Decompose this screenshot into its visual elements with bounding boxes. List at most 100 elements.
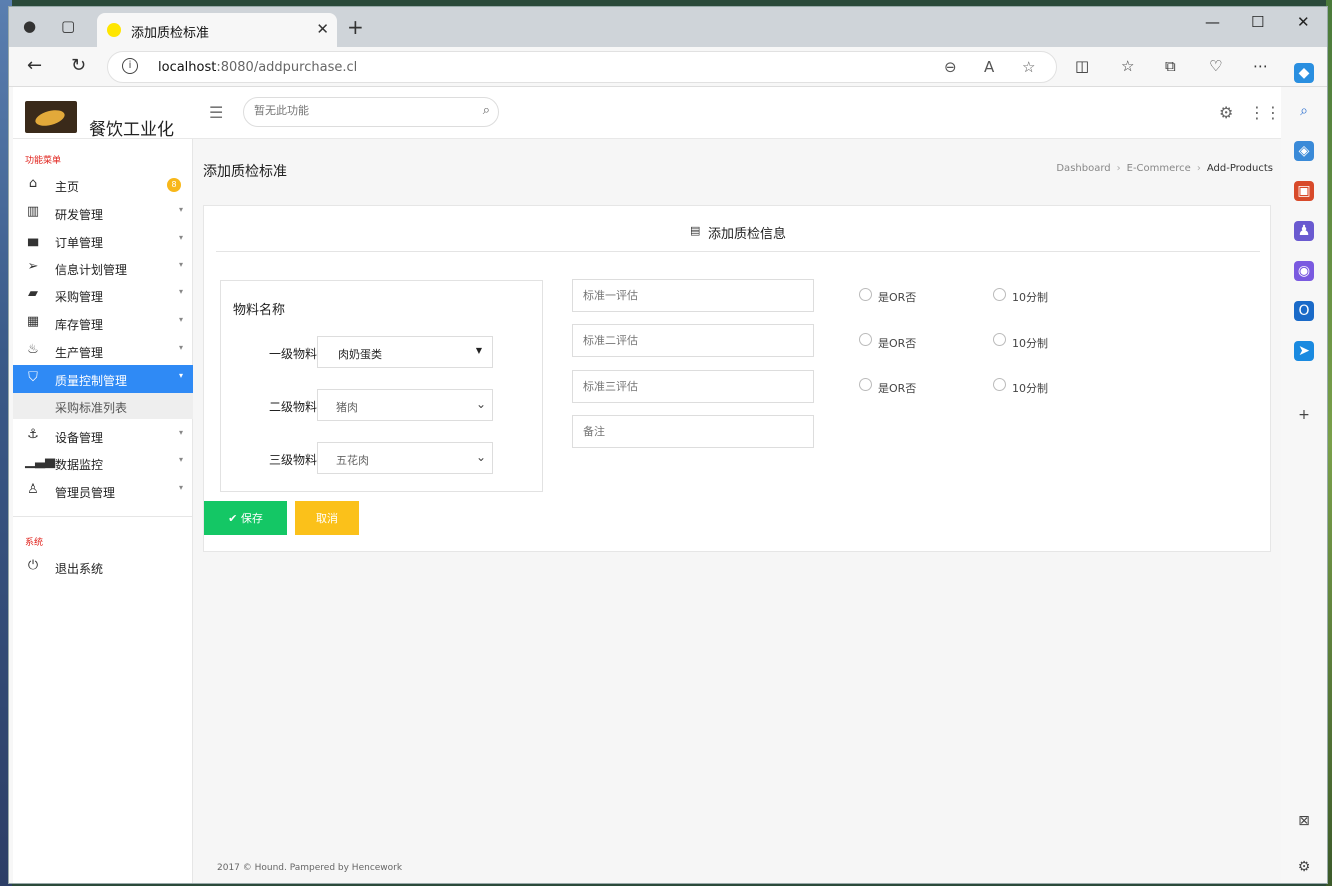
- sidebar-item-inventory[interactable]: ▦ 库存管理 ▾: [13, 309, 193, 337]
- add-icon[interactable]: +: [1294, 405, 1314, 425]
- site-info-icon[interactable]: i: [122, 58, 138, 74]
- sidebar-item-label: 采购管理: [55, 290, 104, 304]
- check-icon: ✔: [228, 512, 241, 525]
- web-app: 餐饮工业化 ☰ ⌕ ⚙ ⋮⋮ 功能菜单 ⌂ 主页 8 ▥ 研发管理 ▾ ▄: [13, 87, 1281, 883]
- favicon-icon: [107, 23, 121, 37]
- sidebar-item-equipment[interactable]: ⚓ 设备管理 ▾: [13, 422, 193, 450]
- criterion1-yes-no-radio[interactable]: [859, 288, 872, 301]
- outlook-icon[interactable]: O: [1294, 301, 1314, 321]
- breadcrumb-ecommerce[interactable]: E-Commerce: [1127, 163, 1191, 174]
- user-icon: ♙: [27, 482, 39, 497]
- microsoft365-icon[interactable]: ◉: [1294, 261, 1314, 281]
- sidebar-item-home[interactable]: ⌂ 主页 8: [13, 171, 193, 199]
- criterion3-field[interactable]: [572, 370, 814, 403]
- cancel-button[interactable]: 取消: [295, 501, 359, 535]
- page-footer: 2017 © Hound. Pampered by Hencework: [217, 863, 403, 873]
- close-window-icon[interactable]: ✕: [1297, 13, 1310, 31]
- save-button[interactable]: ✔ 保存: [204, 501, 287, 535]
- sidebar-item-purchasing[interactable]: ▰ 采购管理 ▾: [13, 281, 193, 309]
- criterion1-ten-point-radio[interactable]: [993, 288, 1006, 301]
- refresh-icon[interactable]: ↻: [71, 55, 86, 76]
- criterion1-input[interactable]: [583, 289, 803, 302]
- shopping-tag-icon[interactable]: ◈: [1294, 141, 1314, 161]
- note-field[interactable]: [572, 415, 814, 448]
- criterion2-ten-point-radio[interactable]: [993, 333, 1006, 346]
- settings-gear-icon[interactable]: ⚙: [1219, 103, 1233, 122]
- collections-icon[interactable]: ⧉: [1165, 57, 1176, 75]
- criterion2-input[interactable]: [583, 334, 803, 347]
- browser-tab[interactable]: 添加质检标准 ✕: [97, 13, 337, 47]
- radio-label: 10分制: [1012, 382, 1048, 395]
- address-row: ← ↻ i localhost:8080/addpurchase.cl ⊖ A …: [9, 47, 1327, 87]
- sidebar-item-planning[interactable]: ➢ 信息计划管理 ▾: [13, 254, 193, 282]
- send-icon[interactable]: ➤: [1294, 341, 1314, 361]
- sidebar-item-quality[interactable]: ⛉ 质量控制管理 ▾: [13, 365, 193, 393]
- breadcrumb-dashboard[interactable]: Dashboard: [1056, 163, 1110, 174]
- chevron-down-icon: ▾: [178, 315, 183, 324]
- settings-icon[interactable]: ⚙: [1294, 857, 1314, 877]
- new-tab-icon[interactable]: +: [347, 15, 364, 39]
- tab-actions-icon[interactable]: ▢: [61, 17, 75, 35]
- read-aloud-icon[interactable]: A: [984, 58, 994, 76]
- minimize-icon[interactable]: —: [1205, 13, 1220, 31]
- criterion1-field[interactable]: [572, 279, 814, 312]
- level1-select[interactable]: 肉奶蛋类 ▼: [317, 336, 493, 368]
- search-box[interactable]: ⌕: [243, 97, 499, 127]
- level3-select[interactable]: 五花肉 ⌄: [317, 442, 493, 474]
- card-title: 添加质检信息: [708, 227, 787, 242]
- more-menu-icon[interactable]: ⋯: [1253, 57, 1268, 75]
- signal-icon: ▁▃▅: [25, 454, 55, 469]
- truck-icon: ▰: [28, 286, 38, 301]
- criterion3-ten-point-radio[interactable]: [993, 378, 1006, 391]
- search-input[interactable]: [254, 104, 464, 117]
- menu-toggle-icon[interactable]: ☰: [209, 103, 223, 122]
- split-screen-icon[interactable]: ◫: [1075, 57, 1089, 75]
- zoom-out-icon[interactable]: ⊖: [944, 58, 957, 76]
- criterion3-yes-no-radio[interactable]: [859, 378, 872, 391]
- hide-sidebar-icon[interactable]: ⊠: [1294, 811, 1314, 831]
- side-menu: 功能菜单 ⌂ 主页 8 ▥ 研发管理 ▾ ▄ 订单管理 ▾ ➢ 信息计划管理 ▾: [13, 139, 193, 883]
- sidebar-item-label: 管理员管理: [55, 486, 116, 500]
- browser-essentials-icon[interactable]: ♡: [1209, 57, 1222, 75]
- sidebar-item-admins[interactable]: ♙ 管理员管理 ▾: [13, 477, 193, 505]
- paper-plane-icon: ➢: [27, 259, 39, 274]
- sidebar-item-monitoring[interactable]: ▁▃▅ 数据监控 ▾: [13, 449, 193, 477]
- tools-icon[interactable]: ▣: [1294, 181, 1314, 201]
- note-input[interactable]: [583, 425, 803, 438]
- calendar-icon: ▤: [690, 224, 701, 237]
- chevron-down-icon: ▾: [178, 205, 183, 214]
- sidebar-item-orders[interactable]: ▄ 订单管理 ▾: [13, 227, 193, 255]
- criterion2-field[interactable]: [572, 324, 814, 357]
- brand-logo[interactable]: [25, 101, 77, 133]
- cancel-label: 取消: [316, 512, 338, 525]
- sidebar-item-label: 质量控制管理: [55, 374, 128, 388]
- games-icon[interactable]: ♟: [1294, 221, 1314, 241]
- maximize-icon[interactable]: ☐: [1251, 13, 1264, 31]
- back-icon[interactable]: ←: [27, 55, 42, 76]
- menu-section-title: 功能菜单: [25, 156, 62, 166]
- cart-icon: ▄: [28, 232, 38, 247]
- sidebar-item-rnd[interactable]: ▥ 研发管理 ▾: [13, 199, 193, 227]
- level3-value: 五花肉: [336, 454, 369, 467]
- sidebar-subitem-purchase-standards[interactable]: 采购标准列表: [13, 393, 193, 419]
- sidebar-item-logout[interactable]: ⏻ 退出系统: [13, 553, 193, 581]
- favorite-star-icon[interactable]: ☆: [1022, 58, 1035, 76]
- favorites-icon[interactable]: ☆: [1121, 57, 1134, 75]
- apps-grid-icon[interactable]: ⋮⋮: [1249, 103, 1281, 122]
- tab-title: 添加质检标准: [131, 26, 210, 41]
- search-icon[interactable]: ⌕: [1294, 101, 1314, 121]
- profile-icon[interactable]: ●: [23, 17, 36, 35]
- sidebar-item-production[interactable]: ♨ 生产管理 ▾: [13, 337, 193, 365]
- level2-select[interactable]: 猪肉 ⌄: [317, 389, 493, 421]
- sidebar-item-label: 研发管理: [55, 208, 104, 222]
- anchor-icon: ⚓: [27, 427, 39, 442]
- criterion2-yes-no-radio[interactable]: [859, 333, 872, 346]
- search-icon[interactable]: ⌕: [483, 103, 490, 118]
- address-bar[interactable]: i localhost:8080/addpurchase.cl ⊖ A ☆: [107, 51, 1057, 83]
- copilot-icon[interactable]: ◆: [1294, 63, 1314, 83]
- breadcrumb-current: Add-Products: [1206, 163, 1273, 174]
- close-tab-icon[interactable]: ✕: [316, 20, 329, 38]
- radio-label: 是OR否: [878, 337, 917, 350]
- level2-value: 猪肉: [336, 401, 358, 414]
- criterion3-input[interactable]: [583, 380, 803, 393]
